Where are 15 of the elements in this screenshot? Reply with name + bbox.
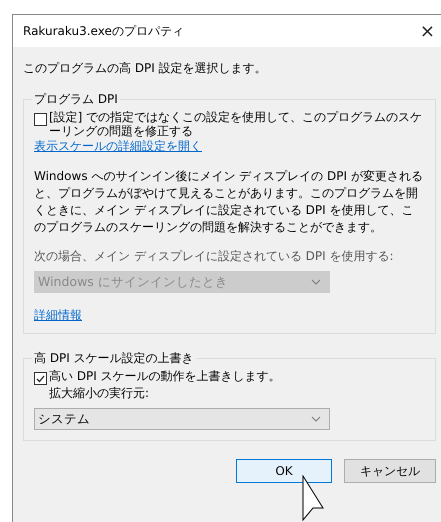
description-text: Windows へのサインイン後にメイン ディスプレイの DPI が変更されると、プログラムがぼやけて見えることがあります。このプログラムを開くときに、メイン ディスプレイに設定されている DPI を使用して、このプログラムのスケーリングの問題を解決することができます。 [34,168,424,236]
close-button[interactable]: × [420,20,435,42]
scaling-label: 拡大縮小の実行元: [48,385,150,402]
dropdown[interactable]: システム [34,408,330,430]
cancel-button[interactable]: キャンセル [344,459,436,483]
settings-link[interactable]: 表示スケールの詳細設定を開く [34,138,202,154]
more-info-link[interactable]: 詳細情報 [34,307,82,323]
checkbox-label: 高い DPI スケールの動作を上書きします。 [49,369,281,383]
select-label: 次の場合、メイン ディスプレイに設定されている DPI を使用する: [34,248,395,265]
ok-button[interactable]: OK [236,459,332,483]
instruction-text: このプログラムの高 DPI 設定を選択します。 [23,60,268,77]
window-title: Rakuraku3.exeのプロパティ [23,22,184,40]
group-title: 高 DPI スケール設定の上書き [33,350,195,367]
checkbox-label: [設定] での指定ではなくこの設定を使用して、このプログラムのスケーリングの問題を修正する [49,110,424,138]
group-title: プログラム DPI [33,91,119,108]
